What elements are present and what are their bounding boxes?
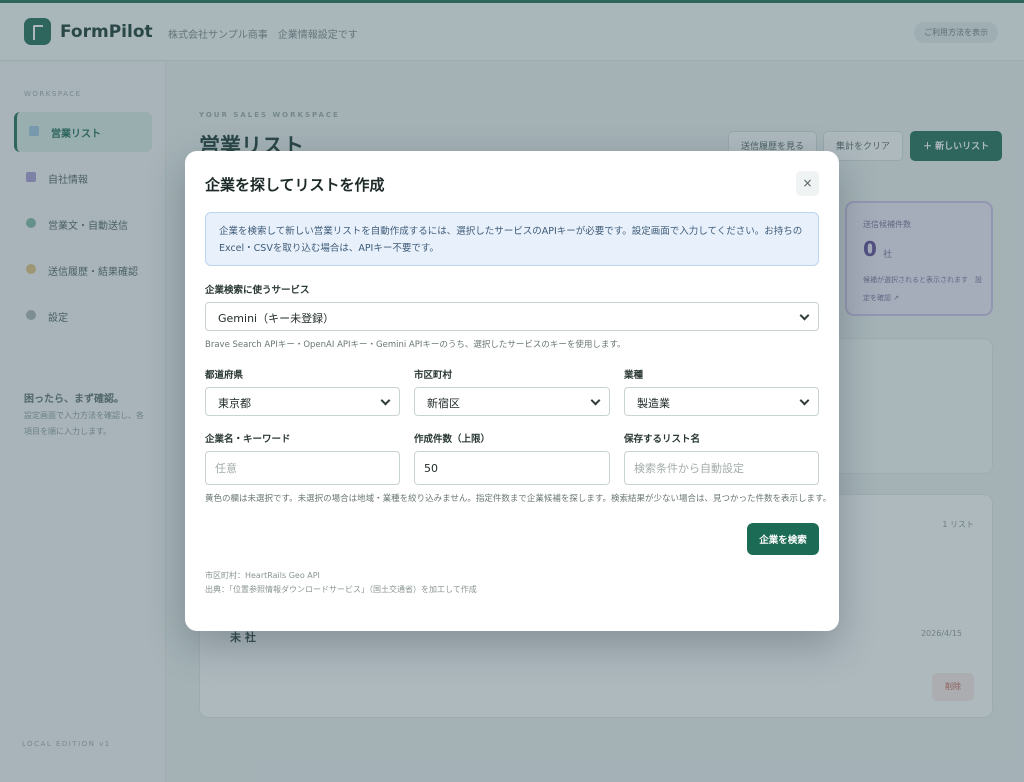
industry-label: 業種 (624, 370, 644, 381)
create-list-dialog: 企業を探してリストを作成 × 企業を検索して新しい営業リストを自動作成するには、… (185, 151, 839, 631)
chevron-down-icon (380, 395, 391, 406)
search-companies-button[interactable]: 企業を検索 (747, 523, 819, 555)
prefecture-label: 都道府県 (205, 370, 244, 381)
chevron-down-icon (799, 395, 810, 406)
service-help-text: Brave Search APIキー・OpenAI APIキー・Gemini A… (205, 340, 626, 350)
chevron-down-icon (590, 395, 601, 406)
service-select[interactable]: Gemini（キー未登録） (205, 302, 819, 331)
city-select-value: 新宿区 (427, 397, 460, 410)
prefecture-select[interactable]: 東京都 (205, 387, 400, 416)
industry-select[interactable]: 製造業 (624, 387, 819, 416)
service-select-value: Gemini（キー未登録） (218, 312, 335, 325)
keyword-input[interactable] (205, 451, 400, 485)
city-select[interactable]: 新宿区 (414, 387, 610, 416)
city-data-credit: 市区町村：HeartRails Geo API (205, 571, 320, 580)
limit-input[interactable] (414, 451, 610, 485)
city-label: 市区町村 (414, 370, 453, 381)
search-note-text: 黄色の欄は未選択です。未選択の場合は地域・業種を絞り込みません。指定件数まで企業… (205, 494, 832, 504)
service-label: 企業検索に使うサービス (205, 285, 310, 296)
api-key-info-box: 企業を検索して新しい営業リストを自動作成するには、選択したサービスのAPIキーが… (205, 212, 819, 266)
list-name-input[interactable] (624, 451, 819, 485)
chevron-down-icon (799, 310, 810, 321)
close-button[interactable]: × (796, 171, 819, 196)
keyword-label: 企業名・キーワード (205, 434, 291, 445)
source-credit: 出典：「位置参照情報ダウンロードサービス」（国土交通省）を加工して作成 (205, 585, 477, 594)
limit-label: 作成件数（上限） (414, 434, 491, 445)
list-name-label: 保存するリスト名 (624, 434, 701, 445)
industry-select-value: 製造業 (637, 397, 670, 410)
dialog-title: 企業を探してリストを作成 (205, 176, 385, 194)
prefecture-select-value: 東京都 (218, 397, 251, 410)
